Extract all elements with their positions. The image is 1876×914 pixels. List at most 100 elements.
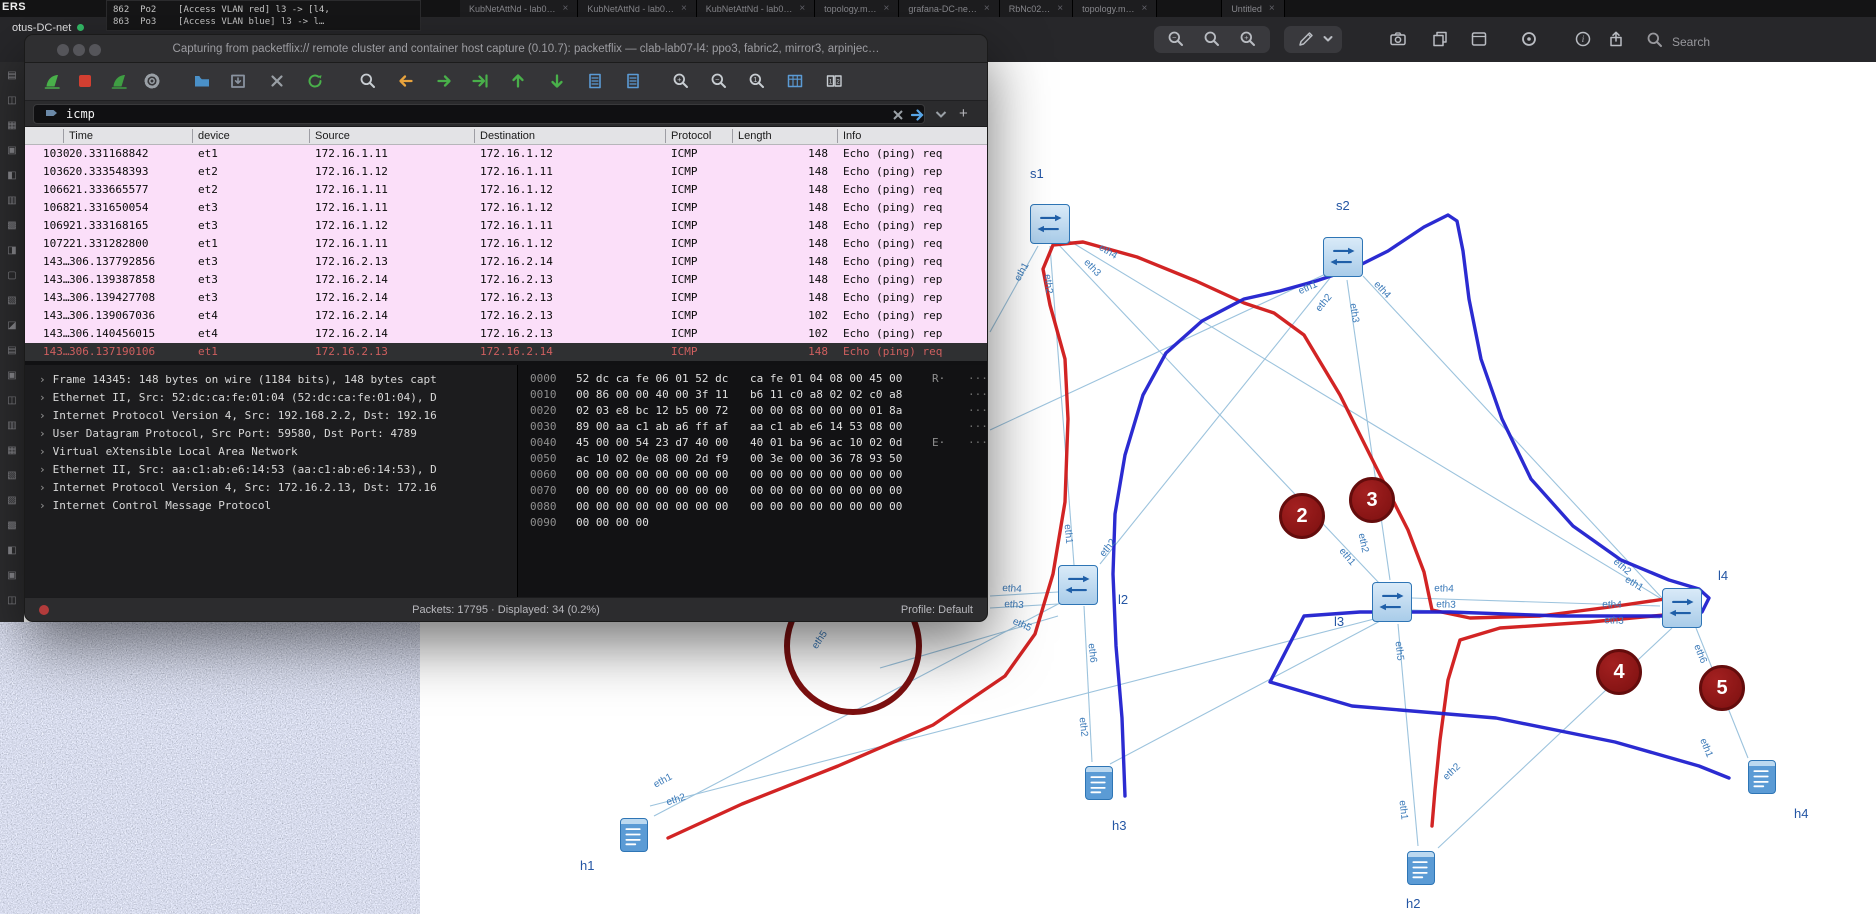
expander-icon[interactable]: › <box>39 373 46 386</box>
dock-icon[interactable]: ◫ <box>0 595 24 607</box>
zoom-out-icon[interactable]: − <box>1166 29 1186 49</box>
column-header[interactable]: Destination <box>480 127 535 145</box>
dock-icon[interactable]: ◫ <box>0 395 24 407</box>
hex-line[interactable]: 004045 00 00 54 23 d7 40 0040 01 ba 96 a… <box>518 435 988 451</box>
copy-icon[interactable] <box>1430 29 1450 49</box>
zoom-out-button[interactable]: − <box>709 71 731 93</box>
dock-icon[interactable]: ▧ <box>0 470 24 482</box>
filter-clear-icon[interactable] <box>888 105 908 125</box>
column-separator[interactable] <box>732 129 733 143</box>
detail-line[interactable]: ›Ethernet II, Src: aa:c1:ab:e6:14:53 (aa… <box>39 463 437 476</box>
minimize-window-button[interactable] <box>73 44 85 56</box>
editor-tab[interactable]: KubNetAttNd - lab0…× <box>460 0 578 17</box>
zoom-reset-icon[interactable] <box>1202 29 1222 49</box>
dock-icon[interactable]: ▦ <box>0 120 24 132</box>
info-icon[interactable]: i <box>1573 29 1593 49</box>
detail-line[interactable]: ›Frame 14345: 148 bytes on wire (1184 bi… <box>39 373 437 386</box>
column-header[interactable]: Length <box>738 127 772 145</box>
packet-row[interactable]: 143…306.137792856et3172.16.2.13172.16.2.… <box>25 253 987 271</box>
filter-dropdown-icon[interactable] <box>931 104 951 124</box>
editor-tab[interactable]: KubNetAttNd - lab0…× <box>697 0 815 17</box>
column-separator[interactable] <box>192 129 193 143</box>
hex-line[interactable]: 001000 86 00 00 40 00 3f 11b6 11 c0 a8 0… <box>518 387 988 403</box>
node-l3[interactable] <box>1372 582 1412 622</box>
tab-close-icon[interactable]: × <box>1057 3 1063 14</box>
detail-line[interactable]: ›User Datagram Protocol, Src Port: 59580… <box>39 427 417 440</box>
editor-tab[interactable]: Untitled× <box>1221 0 1284 17</box>
window-title-bar[interactable]: Capturing from packetflix:// remote clus… <box>25 35 987 63</box>
share-icon[interactable] <box>1606 29 1626 49</box>
expander-icon[interactable]: › <box>39 463 46 476</box>
screenshot-icon[interactable] <box>1388 29 1408 49</box>
hex-line[interactable]: 006000 00 00 00 00 00 00 0000 00 00 00 0… <box>518 467 988 483</box>
dock-icon[interactable]: ◪ <box>0 320 24 332</box>
hex-line[interactable]: 009000 00 00 00 <box>518 515 988 531</box>
packet-row[interactable]: 143…306.139427708et3172.16.2.14172.16.2.… <box>25 289 987 307</box>
column-header[interactable]: Info <box>843 127 861 145</box>
stop-capture-button[interactable] <box>75 71 97 93</box>
dock-icon[interactable]: ▣ <box>0 570 24 582</box>
tab-close-icon[interactable]: × <box>799 3 805 14</box>
go-first-button[interactable] <box>508 71 530 93</box>
hex-line[interactable]: 003089 00 aa c1 ab a6 ff afaa c1 ab e6 1… <box>518 419 988 435</box>
hex-line[interactable]: 008000 00 00 00 00 00 00 0000 00 00 00 0… <box>518 499 988 515</box>
zoom-in-button[interactable]: + <box>671 71 693 93</box>
node-s1[interactable] <box>1030 204 1070 244</box>
display-filter-input[interactable]: icmp <box>33 104 925 124</box>
detail-line[interactable]: ›Internet Protocol Version 4, Src: 172.1… <box>39 481 437 494</box>
colorize-button[interactable] <box>623 71 645 93</box>
start-capture-button[interactable] <box>42 71 64 93</box>
expander-icon[interactable]: › <box>39 409 46 422</box>
column-header[interactable]: Time <box>69 127 93 145</box>
go-forward-button[interactable] <box>434 71 456 93</box>
column-header[interactable]: Source <box>315 127 350 145</box>
editor-tab[interactable]: RbNc02…× <box>1000 0 1073 17</box>
tab-close-icon[interactable]: × <box>1141 3 1147 14</box>
dock-icon[interactable]: ▣ <box>0 145 24 157</box>
dock-icon[interactable]: ▩ <box>0 520 24 532</box>
annotate-pencil-icon[interactable] <box>1296 29 1316 49</box>
packet-row[interactable]: 143…306.139387858et3172.16.2.14172.16.2.… <box>25 271 987 289</box>
node-h4[interactable] <box>1748 760 1776 794</box>
dock-icon[interactable]: ▦ <box>0 445 24 457</box>
editor-tab[interactable]: topology.m…× <box>815 0 899 17</box>
dock-icon[interactable]: ▤ <box>0 70 24 82</box>
step-badge-4[interactable]: 4 <box>1596 649 1642 695</box>
capture-options-button[interactable] <box>142 71 164 93</box>
open-window-icon[interactable] <box>1469 29 1489 49</box>
hex-line[interactable]: 0050ac 10 02 0e 08 00 2d f900 3e 00 00 3… <box>518 451 988 467</box>
zoom-in-icon[interactable]: + <box>1238 29 1258 49</box>
node-h2[interactable] <box>1407 851 1435 885</box>
hex-line[interactable]: 000052 dc ca fe 06 01 52 dcca fe 01 04 0… <box>518 371 988 387</box>
tab-close-icon[interactable]: × <box>1269 3 1275 14</box>
close-window-button[interactable] <box>57 44 69 56</box>
tab-close-icon[interactable]: × <box>984 3 990 14</box>
detail-line[interactable]: ›Internet Control Message Protocol <box>39 499 271 512</box>
resize-columns-button[interactable] <box>785 71 807 93</box>
column-separator[interactable] <box>837 129 838 143</box>
dock-icon[interactable]: ▢ <box>0 270 24 282</box>
step-badge-2[interactable]: 2 <box>1279 493 1325 539</box>
dock-icon[interactable]: ▩ <box>0 220 24 232</box>
column-header[interactable]: device <box>198 127 230 145</box>
expander-icon[interactable]: › <box>39 481 46 494</box>
dock-icon[interactable]: ▥ <box>0 195 24 207</box>
editor-tab[interactable]: KubNetAttNd - lab0…× <box>578 0 696 17</box>
tab-close-icon[interactable]: × <box>681 3 687 14</box>
detail-line[interactable]: ›Internet Protocol Version 4, Src: 192.1… <box>39 409 437 422</box>
packet-row[interactable]: 103620.333548393et2172.16.1.12172.16.1.1… <box>25 163 987 181</box>
packet-list-header[interactable]: TimedeviceSourceDestinationProtocolLengt… <box>25 127 987 145</box>
dock-icon[interactable]: ▥ <box>0 420 24 432</box>
step-badge-5[interactable]: 5 <box>1699 665 1745 711</box>
packet-row[interactable]: 106821.331650054et3172.16.1.11172.16.1.1… <box>25 199 987 217</box>
column-separator[interactable] <box>474 129 475 143</box>
tab-close-icon[interactable]: × <box>563 3 569 14</box>
packet-row[interactable]: 103020.331168842et1172.16.1.11172.16.1.1… <box>25 145 987 163</box>
packet-row[interactable]: 143…306.137190106et1172.16.2.13172.16.2.… <box>25 343 987 361</box>
dock-icon[interactable]: ◫ <box>0 95 24 107</box>
dock-icon[interactable]: ◨ <box>0 245 24 257</box>
packet-row[interactable]: 143…306.140456015et4172.16.2.14172.16.2.… <box>25 325 987 343</box>
filter-bookmark-icon[interactable] <box>42 105 62 125</box>
detail-line[interactable]: ›Virtual eXtensible Local Area Network <box>39 445 298 458</box>
expander-icon[interactable]: › <box>39 445 46 458</box>
